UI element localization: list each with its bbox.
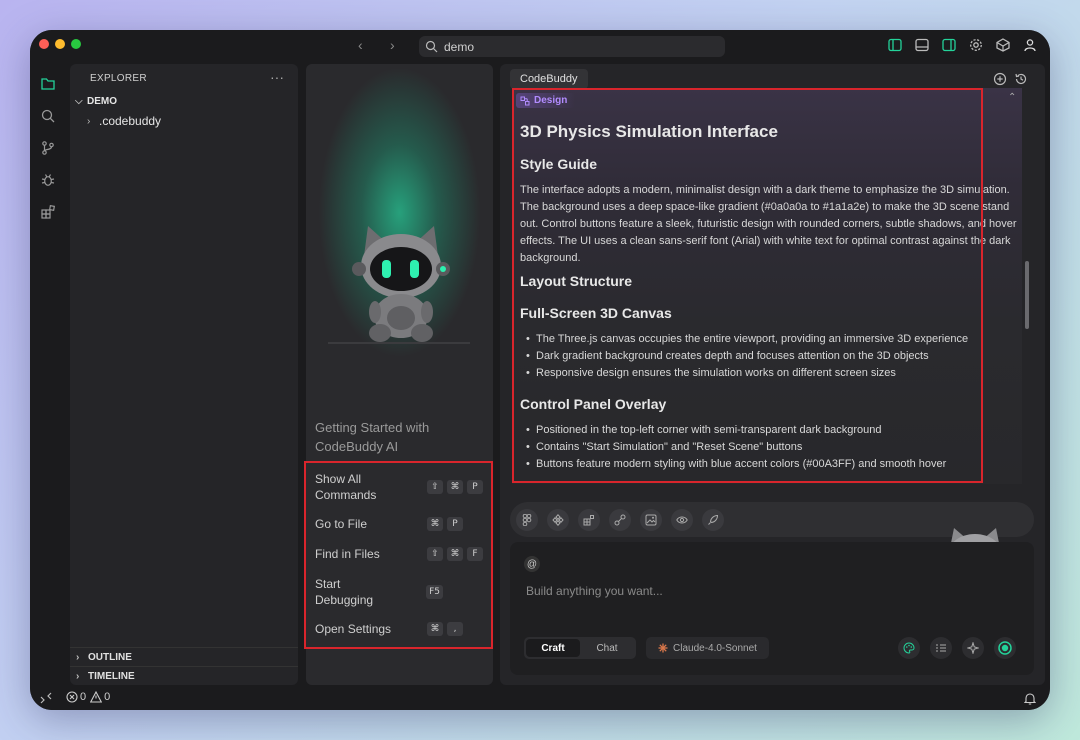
command-open-settings[interactable]: Open Settings ⌘ , bbox=[315, 621, 483, 637]
explorer-title: EXPLORER bbox=[90, 73, 147, 84]
source-control-icon[interactable] bbox=[40, 140, 56, 156]
collapse-chevron-icon[interactable]: ⌃ bbox=[1008, 92, 1016, 103]
ai-sparkle-icon[interactable] bbox=[962, 637, 984, 659]
shortcut-key: F5 bbox=[426, 585, 443, 599]
shortcut-key: ⇧ bbox=[427, 480, 443, 494]
remote-icon[interactable] bbox=[40, 692, 52, 704]
mode-chat-button[interactable]: Chat bbox=[580, 639, 634, 657]
explorer-files-icon[interactable] bbox=[40, 76, 56, 92]
notification-bell-icon[interactable] bbox=[1024, 692, 1036, 705]
tree-item-codebuddy[interactable]: › .codebuddy bbox=[87, 114, 161, 128]
model-label: Claude-4.0-Sonnet bbox=[673, 642, 757, 654]
command-show-all[interactable]: Show All Commands ⇧ ⌘ P bbox=[315, 471, 483, 503]
send-button[interactable] bbox=[994, 637, 1016, 659]
figma-icon[interactable] bbox=[516, 509, 538, 531]
palette-icon[interactable] bbox=[898, 637, 920, 659]
command-label: Open Settings bbox=[315, 622, 392, 636]
gear-icon[interactable] bbox=[969, 38, 983, 52]
extensions-cube-icon[interactable] bbox=[996, 38, 1010, 52]
close-window-button[interactable] bbox=[39, 39, 49, 49]
shortcut-key: ⌘ bbox=[427, 517, 443, 531]
command-find-in-files[interactable]: Find in Files ⇧ ⌘ F bbox=[315, 546, 483, 562]
preview-eye-icon[interactable] bbox=[671, 509, 693, 531]
doc-scrollbar[interactable] bbox=[1025, 261, 1029, 329]
debug-bug-icon[interactable] bbox=[40, 172, 56, 188]
explorer-panel: EXPLORER ··· ⌵ DEMO › .codebuddy › OUTLI… bbox=[70, 64, 298, 685]
extensions-icon[interactable] bbox=[40, 204, 56, 220]
warning-icon bbox=[90, 691, 103, 703]
integration-icon[interactable] bbox=[609, 509, 631, 531]
search-value: demo bbox=[444, 39, 475, 54]
title-bar: ‹ › demo bbox=[30, 30, 1050, 62]
chevron-right-icon: › bbox=[87, 115, 91, 127]
search-icon bbox=[425, 40, 438, 53]
document-highlight bbox=[512, 88, 983, 483]
error-icon bbox=[66, 691, 78, 703]
command-label: Find in Files bbox=[315, 547, 380, 561]
error-count: 0 bbox=[80, 691, 87, 703]
timeline-section[interactable]: › TIMELINE bbox=[70, 666, 298, 685]
toggle-panel-icon[interactable] bbox=[915, 38, 929, 52]
search-sidebar-icon[interactable] bbox=[40, 108, 56, 124]
commands-highlight: Show All Commands ⇧ ⌘ P Go to File ⌘ P F… bbox=[304, 461, 493, 649]
codebuddy-mascot-icon bbox=[352, 226, 450, 342]
deploy-rocket-icon[interactable] bbox=[702, 509, 724, 531]
shortcut-key: F bbox=[467, 547, 483, 561]
command-go-to-file[interactable]: Go to File ⌘ P bbox=[315, 516, 483, 532]
component-icon[interactable] bbox=[547, 509, 569, 531]
mention-at-button[interactable]: @ bbox=[524, 556, 540, 572]
tree-item-label: .codebuddy bbox=[99, 114, 162, 128]
task-list-icon[interactable] bbox=[930, 637, 952, 659]
mascot-shelf bbox=[328, 342, 470, 344]
model-selector[interactable]: Claude-4.0-Sonnet bbox=[646, 637, 769, 659]
tab-codebuddy[interactable]: CodeBuddy bbox=[510, 69, 588, 89]
account-icon[interactable] bbox=[1023, 38, 1037, 52]
toggle-primary-sidebar-icon[interactable] bbox=[888, 38, 902, 52]
activity-bar bbox=[30, 62, 68, 686]
more-actions-icon[interactable]: ··· bbox=[270, 69, 284, 85]
mode-craft-button[interactable]: Craft bbox=[526, 639, 580, 657]
app-window: ‹ › demo EXPLORER ··· ⌵ DEMO › .codebudd… bbox=[30, 30, 1050, 710]
chevron-down-icon: ⌵ bbox=[75, 96, 83, 107]
shortcut-key: ⌘ bbox=[447, 547, 463, 561]
blocks-icon[interactable] bbox=[578, 509, 600, 531]
problems-indicator[interactable]: 0 0 bbox=[66, 691, 110, 703]
toggle-secondary-sidebar-icon[interactable] bbox=[942, 38, 956, 52]
chevron-right-icon: › bbox=[76, 651, 80, 663]
shortcut-key: ⌘ bbox=[447, 480, 463, 494]
image-upload-icon[interactable] bbox=[640, 509, 662, 531]
command-label: Show All Commands bbox=[315, 472, 377, 502]
chevron-right-icon: › bbox=[76, 670, 80, 682]
warning-count: 0 bbox=[104, 691, 111, 703]
back-arrow-icon[interactable]: ‹ bbox=[358, 37, 363, 53]
shortcut-key: P bbox=[467, 480, 483, 494]
history-icon[interactable] bbox=[1014, 72, 1028, 86]
chat-input-placeholder[interactable]: Build anything you want... bbox=[526, 584, 663, 598]
mode-switch: Craft Chat bbox=[524, 637, 636, 659]
tree-root-demo[interactable]: ⌵ DEMO bbox=[75, 96, 117, 107]
shortcut-key: ⌘ bbox=[427, 622, 443, 636]
timeline-label: TIMELINE bbox=[88, 670, 135, 682]
outline-section[interactable]: › OUTLINE bbox=[70, 647, 298, 666]
command-search-input[interactable]: demo bbox=[419, 36, 725, 57]
minimize-window-button[interactable] bbox=[55, 39, 65, 49]
shortcut-key: , bbox=[447, 622, 463, 636]
outline-label: OUTLINE bbox=[88, 651, 132, 663]
new-chat-icon[interactable] bbox=[993, 72, 1007, 86]
command-label: Start Debugging bbox=[315, 577, 374, 607]
maximize-window-button[interactable] bbox=[71, 39, 81, 49]
chat-input-box[interactable]: @ Build anything you want... Craft Chat … bbox=[510, 542, 1034, 675]
forward-arrow-icon[interactable]: › bbox=[390, 37, 395, 53]
root-folder-label: DEMO bbox=[87, 96, 117, 107]
shortcut-key: ⇧ bbox=[427, 547, 443, 561]
command-start-debugging[interactable]: Start Debugging F5 bbox=[315, 576, 483, 608]
command-label: Go to File bbox=[315, 517, 368, 531]
shortcut-key: P bbox=[447, 517, 463, 531]
status-bar: 0 0 bbox=[30, 687, 1050, 710]
welcome-title: Getting Started with CodeBuddy AI bbox=[315, 420, 430, 454]
claude-sparkle-icon bbox=[658, 643, 668, 653]
